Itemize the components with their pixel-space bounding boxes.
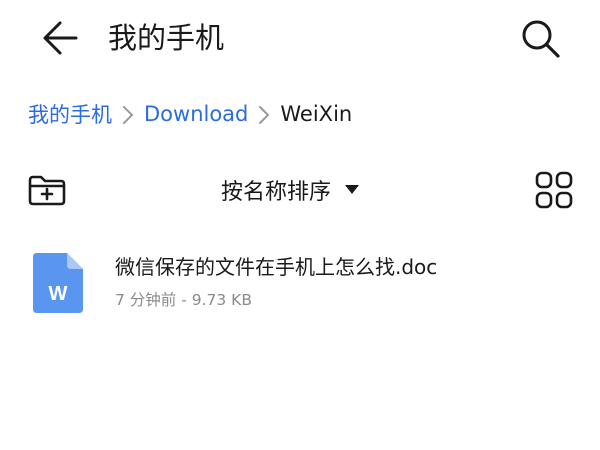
new-folder-button[interactable] — [26, 172, 68, 208]
grid-view-button[interactable] — [534, 170, 574, 210]
search-button[interactable] — [518, 16, 562, 60]
chevron-right-icon — [248, 104, 280, 124]
back-button[interactable] — [38, 18, 82, 58]
breadcrumb: 我的手机 Download WeiXin — [28, 98, 352, 130]
search-icon — [522, 20, 560, 58]
arrow-left-icon — [43, 21, 78, 55]
toolbar: 按名称排序 — [0, 166, 600, 214]
sort-label: 按名称排序 — [221, 180, 332, 205]
file-list-item[interactable]: W 微信保存的文件在手机上怎么找.doc 7 分钟前 - 9.73 KB — [0, 240, 600, 322]
breadcrumb-item-weixin: WeiXin — [280, 102, 353, 126]
caret-down-icon — [345, 185, 360, 194]
sort-dropdown[interactable]: 按名称排序 — [221, 172, 360, 208]
breadcrumb-item-download[interactable]: Download — [144, 102, 248, 126]
breadcrumb-item-my-phone[interactable]: 我的手机 — [28, 99, 112, 129]
grid-view-icon — [535, 171, 573, 209]
file-name: 微信保存的文件在手机上怎么找.doc — [115, 255, 438, 279]
page-title: 我的手机 — [108, 21, 225, 55]
doc-icon-letter: W — [49, 283, 68, 305]
file-meta: 7 分钟前 - 9.73 KB — [115, 291, 252, 309]
folder-add-icon — [28, 175, 66, 206]
word-doc-icon: W — [31, 253, 83, 313]
chevron-right-icon — [112, 104, 144, 124]
app-header: 我的手机 — [0, 0, 600, 78]
